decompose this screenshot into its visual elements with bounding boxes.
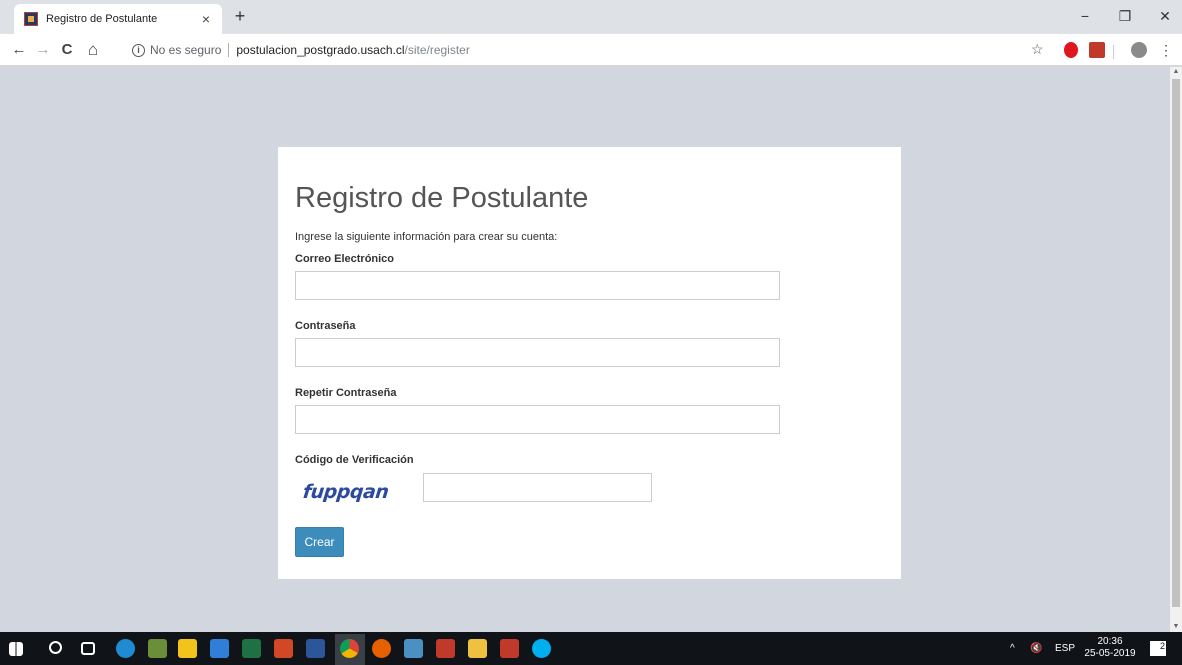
- store-icon[interactable]: [178, 639, 197, 658]
- windows-taskbar: ^ 🔇 ESP 20:36 25-05-2019 2: [0, 632, 1182, 665]
- browser-toolbar: ← → C ⌂ i No es seguro postulacion_postg…: [0, 34, 1182, 66]
- captcha-row: fuppqan: [295, 472, 884, 512]
- mega-extension-icon[interactable]: [1089, 42, 1105, 58]
- language-indicator[interactable]: ESP: [1055, 632, 1075, 665]
- url-path: /site/register: [404, 43, 470, 57]
- forward-button[interactable]: →: [32, 39, 54, 61]
- browser-tab[interactable]: Registro de Postulante ×: [14, 4, 222, 34]
- repeat-password-label: Repetir Contraseña: [295, 387, 397, 399]
- file-explorer-icon[interactable]: [468, 639, 487, 658]
- restore-button[interactable]: ❐: [1112, 5, 1138, 27]
- skype-icon[interactable]: [532, 639, 551, 658]
- verification-code-field[interactable]: [423, 472, 652, 502]
- notifications-icon[interactable]: 2: [1150, 641, 1166, 656]
- tab-title: Registro de Postulante: [46, 13, 158, 25]
- windows-start-icon[interactable]: [9, 642, 23, 656]
- page-viewport: Registro de Postulante Ingrese la siguie…: [0, 67, 1170, 632]
- repeat-password-field[interactable]: [295, 405, 780, 434]
- dropbox-icon[interactable]: [210, 639, 229, 658]
- back-button[interactable]: ←: [8, 39, 30, 61]
- security-label: No es seguro: [150, 43, 222, 57]
- verification-label: Código de Verificación: [295, 454, 414, 466]
- chrome-icon[interactable]: [340, 639, 359, 658]
- mega-icon[interactable]: [500, 639, 519, 658]
- home-button[interactable]: ⌂: [82, 39, 104, 61]
- register-card: Registro de Postulante Ingrese la siguie…: [278, 147, 901, 579]
- toolbar-separator: [1113, 45, 1114, 59]
- tray-arrow-icon[interactable]: ^: [1010, 632, 1015, 665]
- page-title: Registro de Postulante: [295, 182, 589, 214]
- intro-text: Ingrese la siguiente información para cr…: [295, 231, 558, 243]
- address-bar[interactable]: i No es seguro postulacion_postgrado.usa…: [122, 38, 1052, 62]
- clock[interactable]: 20:36 25-05-2019: [1081, 636, 1139, 660]
- scroll-up-icon[interactable]: ▲: [1170, 67, 1182, 77]
- opera-extension-icon[interactable]: [1064, 42, 1078, 58]
- create-button[interactable]: Crear: [295, 527, 344, 557]
- app-icon[interactable]: [404, 639, 423, 658]
- word-icon[interactable]: [306, 639, 325, 658]
- email-field[interactable]: [295, 271, 780, 300]
- close-window-button[interactable]: ✕: [1152, 5, 1178, 27]
- excel-icon[interactable]: [242, 639, 261, 658]
- browser-menu-icon[interactable]: ⋮: [1155, 39, 1177, 61]
- url-host: postulacion_postgrado.usach.cl: [236, 43, 405, 57]
- tab-close-icon[interactable]: ×: [198, 11, 214, 27]
- password-label: Contraseña: [295, 320, 356, 332]
- info-icon[interactable]: i: [132, 43, 145, 57]
- app-icon[interactable]: [436, 639, 455, 658]
- clock-time: 20:36: [1097, 636, 1123, 647]
- page-scrollbar[interactable]: ▲ ▼: [1170, 67, 1182, 632]
- minimize-button[interactable]: −: [1072, 5, 1098, 27]
- site-favicon-icon: [24, 12, 38, 26]
- profile-avatar[interactable]: [1131, 42, 1147, 58]
- clock-date: 25-05-2019: [1084, 648, 1136, 659]
- edge-icon[interactable]: [116, 639, 135, 658]
- scrollbar-thumb[interactable]: [1172, 79, 1180, 607]
- browser-tab-strip: Registro de Postulante × + − ❐ ✕: [0, 0, 1182, 34]
- search-icon[interactable]: [49, 641, 62, 654]
- task-view-icon[interactable]: [81, 642, 95, 655]
- bookmark-star-icon[interactable]: ☆: [1031, 41, 1044, 58]
- volume-muted-icon[interactable]: 🔇: [1030, 632, 1042, 665]
- powerpoint-icon[interactable]: [274, 639, 293, 658]
- reload-button[interactable]: C: [56, 39, 78, 61]
- captcha-image[interactable]: fuppqan: [293, 472, 425, 512]
- firefox-icon[interactable]: [372, 639, 391, 658]
- app-icon[interactable]: [148, 639, 167, 658]
- email-label: Correo Electrónico: [295, 253, 395, 265]
- address-separator: [228, 43, 230, 57]
- password-field[interactable]: [295, 338, 780, 367]
- new-tab-button[interactable]: +: [230, 7, 250, 27]
- scroll-down-icon[interactable]: ▼: [1170, 622, 1182, 632]
